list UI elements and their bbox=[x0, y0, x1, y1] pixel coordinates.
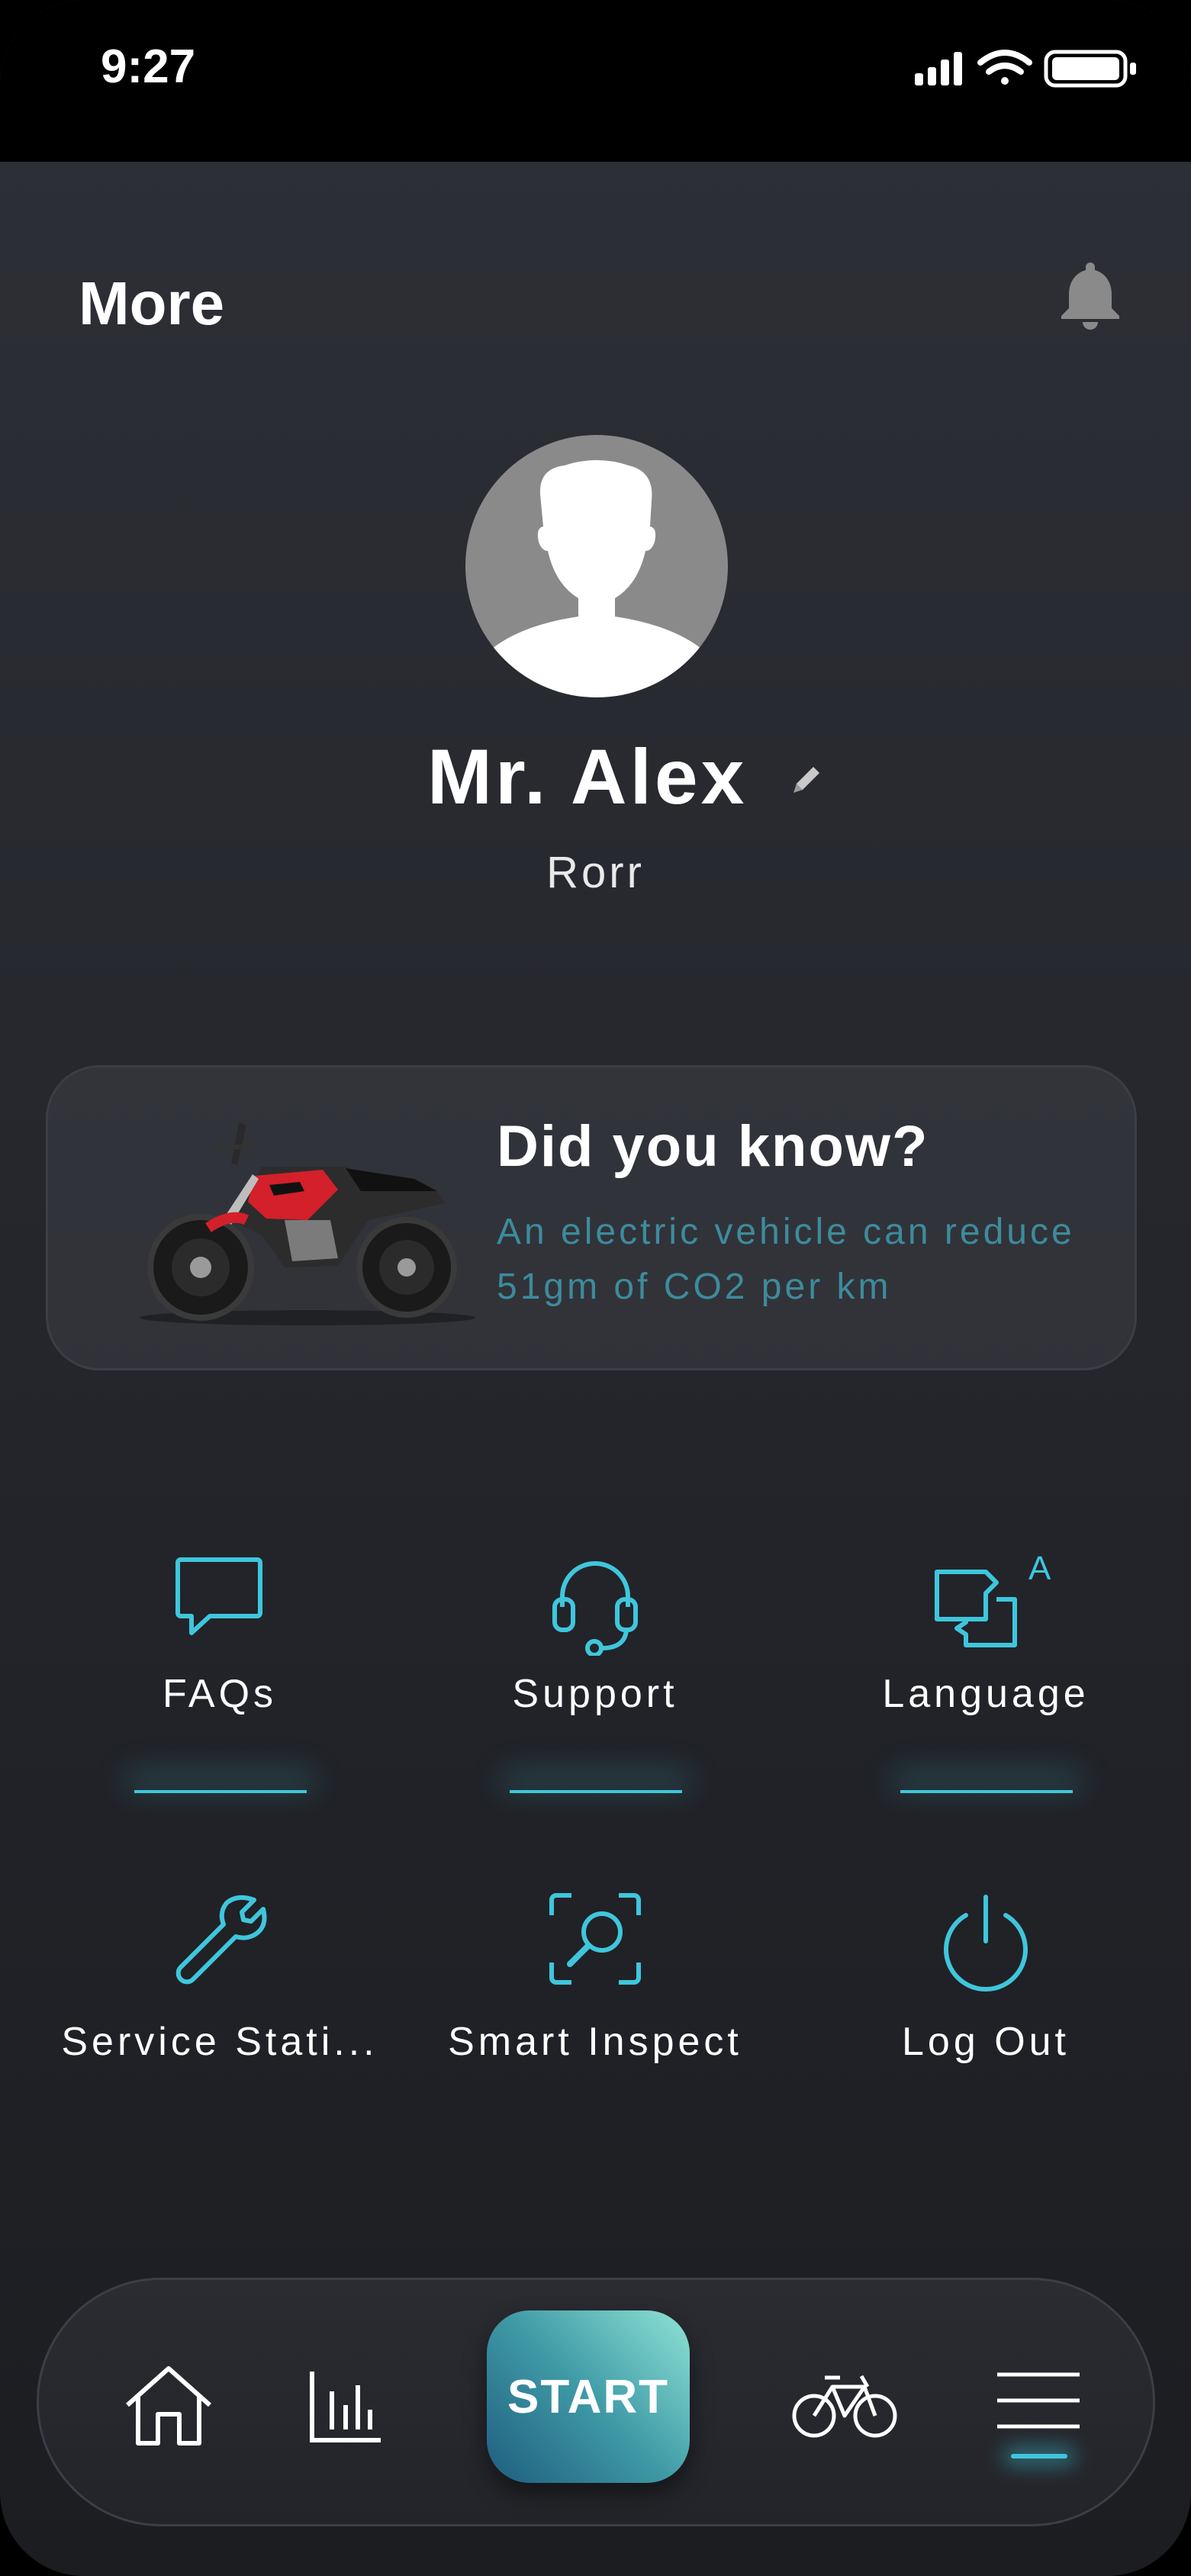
bell-icon[interactable] bbox=[1057, 259, 1123, 330]
user-silhouette-icon bbox=[476, 460, 717, 697]
language-label: Language bbox=[882, 1672, 1090, 1716]
start-button[interactable]: START bbox=[487, 2310, 690, 2483]
status-bar: 9:27 bbox=[0, 0, 1191, 162]
log-out-button[interactable]: Log Out bbox=[826, 1889, 1146, 2072]
menu-active-indicator bbox=[1011, 2454, 1067, 2458]
wifi-icon bbox=[977, 50, 1032, 85]
faqs-label: FAQs bbox=[162, 1672, 278, 1716]
page-title: More bbox=[79, 269, 225, 337]
signal-icon bbox=[915, 52, 962, 85]
status-icons bbox=[915, 50, 1136, 88]
fact-text-line2: 51gm of CO2 per km bbox=[497, 1267, 892, 1307]
headset-icon bbox=[552, 1561, 638, 1656]
more-screen: 9:27 More Mr. Alex Rorr Did you know? An… bbox=[0, 0, 1191, 2576]
power-icon bbox=[944, 1895, 1028, 1992]
language-button[interactable]: A Language bbox=[826, 1549, 1146, 1801]
menu-icon[interactable] bbox=[993, 2370, 1084, 2431]
chat-bubble-icon bbox=[175, 1557, 262, 1635]
fact-card: Did you know? An electric vehicle can re… bbox=[46, 1065, 1137, 1370]
faqs-underline bbox=[134, 1790, 307, 1793]
pencil-icon[interactable] bbox=[789, 761, 826, 797]
svg-text:A: A bbox=[1028, 1550, 1051, 1587]
motorcycle-image bbox=[140, 1122, 475, 1325]
bicycle-icon[interactable] bbox=[791, 2372, 898, 2440]
avatar[interactable] bbox=[465, 435, 728, 697]
home-icon[interactable] bbox=[123, 2364, 214, 2448]
smart-inspect-label: Smart Inspect bbox=[448, 2020, 742, 2064]
profile-subtitle: Rorr bbox=[546, 848, 645, 897]
battery-icon bbox=[1044, 50, 1136, 88]
fact-text-line1: An electric vehicle can reduce bbox=[497, 1212, 1075, 1252]
support-label: Support bbox=[512, 1672, 678, 1716]
faqs-button[interactable]: FAQs bbox=[60, 1549, 380, 1801]
translate-icon: A bbox=[935, 1550, 1051, 1647]
wrench-icon bbox=[175, 1895, 267, 1985]
scan-search-icon bbox=[549, 1893, 641, 1985]
stats-icon[interactable] bbox=[307, 2368, 384, 2445]
profile-name: Mr. Alex bbox=[427, 733, 748, 820]
support-button[interactable]: Support bbox=[435, 1549, 755, 1801]
language-underline bbox=[900, 1790, 1073, 1793]
fact-title: Did you know? bbox=[497, 1114, 929, 1179]
bottom-nav: START bbox=[37, 2278, 1155, 2526]
service-station-label: Service Stati... bbox=[61, 2020, 378, 2064]
status-time: 9:27 bbox=[101, 40, 196, 93]
fact-text: An electric vehicle can reduce 51gm of C… bbox=[497, 1205, 1107, 1315]
service-station-button[interactable]: Service Stati... bbox=[60, 1889, 380, 2072]
smart-inspect-button[interactable]: Smart Inspect bbox=[435, 1889, 755, 2072]
log-out-label: Log Out bbox=[901, 2020, 1070, 2064]
support-underline bbox=[510, 1790, 682, 1793]
